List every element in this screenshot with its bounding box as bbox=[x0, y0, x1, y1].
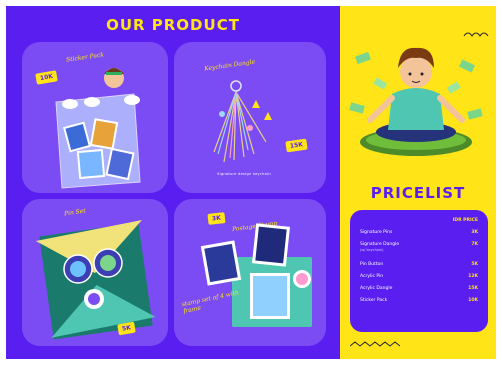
price-item-value: 12K bbox=[468, 274, 478, 279]
price-column-header: IDR PRICE bbox=[452, 218, 478, 223]
keychain-illustration bbox=[213, 80, 272, 163]
price-item-value: 3K bbox=[471, 230, 478, 235]
our-product-title: OUR PRODUCT bbox=[106, 16, 240, 34]
product-caption: Signature design keychain bbox=[217, 172, 271, 176]
price-item-name: Signature Pins bbox=[360, 230, 393, 235]
price-table: IDR PRICE Signature Pins 3K Signature Da… bbox=[350, 210, 488, 332]
product-card-keychain[interactable]: Keychain Dangle 15K Signature design key… bbox=[174, 42, 326, 193]
price-item-name: Acrylic Dangle bbox=[360, 286, 393, 291]
price-item-value: 5K bbox=[471, 262, 478, 267]
price-item-value: 15K bbox=[468, 286, 478, 291]
sticker-pack-illustration bbox=[55, 68, 141, 189]
price-item-subtitle: (w/ keychain) bbox=[360, 248, 384, 252]
product-card-stamps[interactable]: 3K Postage Stamp stamp set of 4 with fra… bbox=[174, 199, 326, 346]
zigzag-icon bbox=[350, 341, 400, 347]
product-card-sticker[interactable]: Sticker Pack 10K bbox=[22, 42, 168, 193]
stamps-illustration bbox=[200, 223, 312, 327]
price-item-name: Sticker Pack bbox=[360, 298, 388, 303]
product-card-pins[interactable]: Pin Set 5K bbox=[22, 199, 168, 346]
price-item-name: Pin Button bbox=[360, 262, 384, 267]
poster-canvas: OUR PRODUCT Sticker Pack 10K Keychain Da… bbox=[0, 0, 502, 365]
squiggle-icon bbox=[463, 32, 489, 37]
character-face-icon bbox=[400, 56, 432, 88]
price-item-name: Signature Dangle bbox=[360, 242, 400, 247]
star-charm-icon bbox=[252, 100, 260, 108]
price-item-name: Acrylic Pin bbox=[360, 274, 384, 279]
pin-envelope-illustration bbox=[35, 220, 156, 340]
meditating-character-illustration bbox=[349, 32, 489, 156]
pricelist-panel: PRICELIST IDR PRICE Signature Pins 3K Si… bbox=[340, 6, 496, 359]
keyring-icon bbox=[230, 80, 242, 92]
price-item-value: 7K bbox=[471, 242, 478, 247]
price-item-value: 10K bbox=[468, 298, 478, 303]
our-product-panel: OUR PRODUCT Sticker Pack 10K Keychain Da… bbox=[6, 6, 340, 359]
money-icon bbox=[355, 51, 371, 65]
pricelist-title: PRICELIST bbox=[370, 184, 466, 202]
